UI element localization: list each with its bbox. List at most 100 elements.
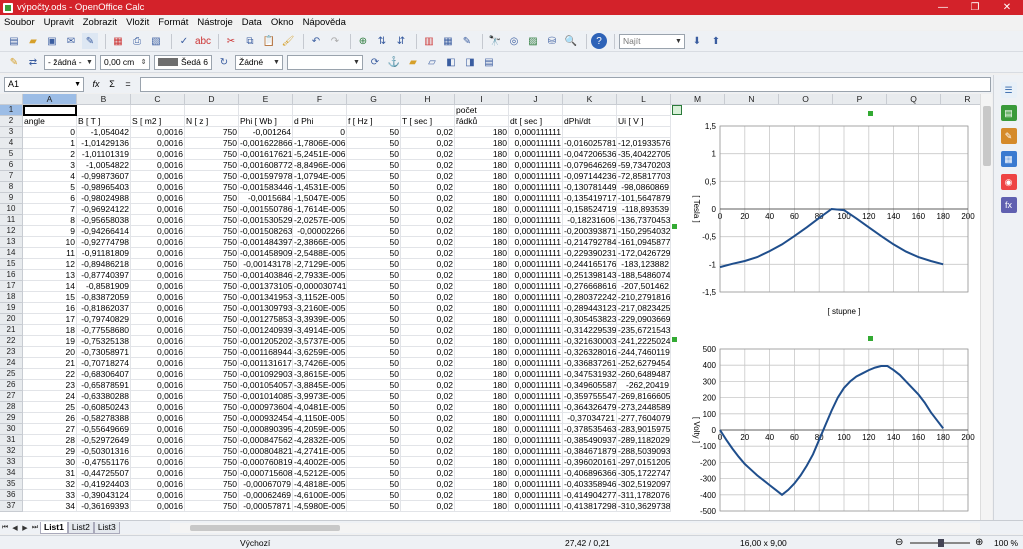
- table-cell[interactable]: -0,001264: [239, 127, 293, 138]
- chart-selection-handle[interactable]: [672, 105, 682, 115]
- table-cell[interactable]: 0,0016: [131, 446, 185, 457]
- menu-zobrazit[interactable]: Zobrazit: [83, 17, 117, 28]
- table-cell[interactable]: 0,0016: [131, 149, 185, 160]
- table-cell[interactable]: 33: [23, 490, 77, 501]
- table-cell[interactable]: -0,200393871: [563, 226, 617, 237]
- table-cell[interactable]: 0,02: [401, 171, 455, 182]
- table-cell[interactable]: 29: [23, 446, 77, 457]
- last-sheet-icon[interactable]: ⏭: [30, 524, 40, 532]
- table-cell[interactable]: -0,60850243: [77, 402, 131, 413]
- row-header[interactable]: 19: [0, 303, 23, 314]
- chevron-down-icon[interactable]: ▼: [74, 81, 81, 88]
- table-cell[interactable]: 0,0016: [131, 435, 185, 446]
- table-cell[interactable]: 750: [185, 369, 239, 380]
- menu-data[interactable]: Data: [242, 17, 262, 28]
- table-cell[interactable]: -3,6259E-005: [293, 347, 347, 358]
- table-cell[interactable]: [617, 127, 671, 138]
- table-cell[interactable]: 750: [185, 424, 239, 435]
- table-cell[interactable]: 0,000111111: [509, 281, 563, 292]
- table-cell[interactable]: -288,5039093: [617, 446, 671, 457]
- table-cell[interactable]: 15: [23, 292, 77, 303]
- table-cell[interactable]: 750: [185, 347, 239, 358]
- table-cell[interactable]: 3: [23, 160, 77, 171]
- data-sources-icon[interactable]: ⛁: [544, 33, 560, 49]
- table-cell[interactable]: -0,000973604: [239, 402, 293, 413]
- header-cell[interactable]: f [ Hz ]: [347, 116, 401, 127]
- table-cell[interactable]: 0,000111111: [509, 402, 563, 413]
- table-cell[interactable]: -0,75325138: [77, 336, 131, 347]
- table-cell[interactable]: 50: [347, 468, 401, 479]
- column-header[interactable]: N: [725, 94, 779, 105]
- cut-icon[interactable]: ✂: [223, 33, 239, 49]
- table-cell[interactable]: -3,7426E-005: [293, 358, 347, 369]
- find-replace-icon[interactable]: 🔭: [487, 33, 503, 49]
- spinner-icon[interactable]: ⇕: [139, 57, 148, 68]
- table-cell[interactable]: -188,5486074: [617, 270, 671, 281]
- row-header[interactable]: 3: [0, 127, 23, 138]
- table-cell[interactable]: -4,4818E-005: [293, 479, 347, 490]
- column-header[interactable]: K: [563, 94, 617, 105]
- table-cell[interactable]: -118,893539: [617, 204, 671, 215]
- table-cell[interactable]: 0,0016: [131, 380, 185, 391]
- table-cell[interactable]: 27: [23, 424, 77, 435]
- table-cell[interactable]: -0,001617621: [239, 149, 293, 160]
- table-cell[interactable]: -0,94266414: [77, 226, 131, 237]
- table-cell[interactable]: 180: [455, 237, 509, 248]
- table-cell[interactable]: 0,02: [401, 127, 455, 138]
- table-cell[interactable]: -35,40422705: [617, 149, 671, 160]
- table-cell[interactable]: 0,000111111: [509, 468, 563, 479]
- table-cell[interactable]: 750: [185, 259, 239, 270]
- line-icon[interactable]: ✎: [6, 54, 22, 70]
- table-cell[interactable]: -0,229390231: [563, 248, 617, 259]
- table-cell[interactable]: 0,02: [401, 259, 455, 270]
- menu-okno[interactable]: Okno: [271, 17, 294, 28]
- table-cell[interactable]: -0,00002266: [293, 226, 347, 237]
- table-cell[interactable]: -297,0151205: [617, 457, 671, 468]
- table-cell[interactable]: 180: [455, 457, 509, 468]
- spellcheck-icon[interactable]: ✓: [176, 33, 192, 49]
- table-cell[interactable]: -0,68306407: [77, 369, 131, 380]
- table-cell[interactable]: -0,37034721: [563, 413, 617, 424]
- resize-handle[interactable]: [868, 111, 873, 116]
- table-cell[interactable]: 180: [455, 336, 509, 347]
- table-cell[interactable]: 17: [23, 314, 77, 325]
- table-cell[interactable]: 50: [347, 171, 401, 182]
- table-cell[interactable]: 26: [23, 413, 77, 424]
- table-cell[interactable]: 180: [455, 292, 509, 303]
- table-cell[interactable]: 180: [455, 468, 509, 479]
- table-cell[interactable]: 750: [185, 336, 239, 347]
- anchor-icon[interactable]: ⚓: [386, 54, 402, 70]
- row-header[interactable]: 28: [0, 402, 23, 413]
- table-cell[interactable]: -0,413817298: [563, 501, 617, 512]
- table-cell[interactable]: -1,4531E-005: [293, 182, 347, 193]
- header-cell[interactable]: dt [ sec ]: [509, 116, 563, 127]
- table-cell[interactable]: 750: [185, 138, 239, 149]
- table-cell[interactable]: 180: [455, 490, 509, 501]
- table-cell[interactable]: 20: [23, 347, 77, 358]
- table-cell[interactable]: -0,001240939: [239, 325, 293, 336]
- name-box[interactable]: A1 ▼: [4, 76, 84, 92]
- table-cell[interactable]: 750: [185, 314, 239, 325]
- header-cell[interactable]: [131, 105, 185, 116]
- vertical-scrollbar[interactable]: [980, 94, 992, 520]
- row-header[interactable]: 32: [0, 446, 23, 457]
- table-cell[interactable]: 50: [347, 292, 401, 303]
- print-preview-icon[interactable]: ▧: [148, 33, 164, 49]
- horizontal-scrollbar[interactable]: [170, 523, 980, 533]
- table-cell[interactable]: 0,000111111: [509, 501, 563, 512]
- table-cell[interactable]: -3,3939E-005: [293, 314, 347, 325]
- export-pdf-icon[interactable]: ▦: [110, 33, 126, 49]
- table-cell[interactable]: -0,001597978: [239, 171, 293, 182]
- header-cell[interactable]: [185, 105, 239, 116]
- table-cell[interactable]: 0,0016: [131, 413, 185, 424]
- chevron-down-icon[interactable]: ▼: [272, 57, 281, 68]
- table-cell[interactable]: 50: [347, 270, 401, 281]
- table-cell[interactable]: -0,403358946: [563, 479, 617, 490]
- table-cell[interactable]: 0,02: [401, 380, 455, 391]
- table-cell[interactable]: -0,000715608: [239, 468, 293, 479]
- table-cell[interactable]: -0,305453823: [563, 314, 617, 325]
- copy-icon[interactable]: ⧉: [242, 33, 258, 49]
- table-cell[interactable]: 50: [347, 193, 401, 204]
- table-cell[interactable]: -0,001092903: [239, 369, 293, 380]
- table-cell[interactable]: -0,349605587: [563, 380, 617, 391]
